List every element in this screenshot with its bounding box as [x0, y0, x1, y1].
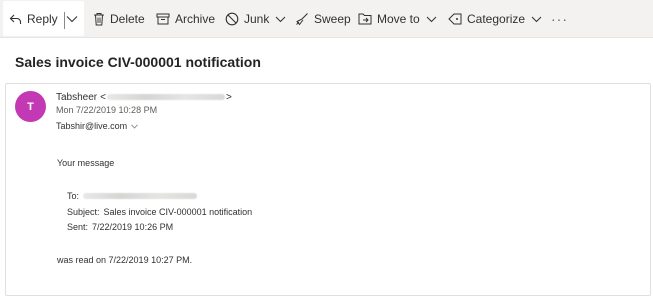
message-subject: Sales invoice CIV-000001 notification: [15, 54, 261, 70]
more-icon: ···: [551, 11, 568, 27]
delete-label: Delete: [110, 12, 145, 26]
recipient-email[interactable]: Tabshir@live.com: [56, 121, 127, 131]
sender-email-open: <: [100, 91, 106, 103]
chevron-down-icon: [426, 16, 437, 23]
chevron-down-icon: [66, 15, 78, 23]
body-sent-value: 7/22/2019 10:26 PM: [92, 222, 174, 232]
redacted-sender-email: [106, 94, 225, 100]
body-subject-row: Subject: Sales invoice CIV-000001 notifi…: [67, 207, 252, 217]
reply-options-button[interactable]: [66, 0, 78, 38]
sender-email-close: >: [225, 91, 232, 103]
redacted-recipient: [83, 193, 198, 199]
junk-icon: [225, 12, 239, 26]
reply-icon: [9, 13, 22, 26]
more-actions-button[interactable]: ···: [551, 0, 568, 38]
body-to-row: To:: [67, 191, 198, 201]
reply-label: Reply: [27, 12, 58, 26]
body-subject-label: Subject:: [67, 207, 100, 217]
sweep-label: Sweep: [314, 12, 351, 26]
body-sent-label: Sent:: [67, 222, 89, 232]
body-to-label: To:: [67, 191, 80, 201]
reply-button[interactable]: Reply: [9, 0, 58, 38]
move-to-label: Move to: [377, 12, 420, 26]
chevron-down-icon: [531, 16, 542, 23]
sweep-button[interactable]: Sweep: [295, 0, 351, 38]
sender-line: Tabsheer < >: [56, 90, 232, 104]
archive-button[interactable]: Archive: [156, 0, 215, 38]
move-to-button[interactable]: Move to: [358, 0, 437, 38]
delete-icon: [93, 12, 105, 26]
body-subject-value: Sales invoice CIV-000001 notification: [103, 207, 253, 217]
sweep-icon: [295, 12, 309, 26]
move-to-icon: [358, 13, 372, 25]
body-sent-row: Sent: 7/22/2019 10:26 PM: [67, 222, 173, 232]
archive-icon: [156, 13, 170, 25]
command-bar: Reply Delete Archive Junk Sweep Move to …: [0, 0, 653, 38]
junk-label: Junk: [244, 12, 270, 26]
body-read-receipt: was read on 7/22/2019 10:27 PM.: [57, 255, 193, 265]
recipient-line: Tabshir@live.com: [56, 121, 138, 131]
body-intro: Your message: [57, 158, 115, 168]
sender-name[interactable]: Tabsheer: [56, 92, 97, 103]
junk-button[interactable]: Junk: [225, 0, 286, 38]
categorize-label: Categorize: [467, 12, 526, 26]
split-divider: [64, 12, 65, 29]
archive-label: Archive: [175, 12, 216, 26]
chevron-down-icon: [275, 16, 286, 23]
avatar[interactable]: T: [15, 91, 46, 122]
categorize-button[interactable]: Categorize: [448, 0, 542, 38]
categorize-icon: [448, 13, 462, 25]
message-date: Mon 7/22/2019 10:28 PM: [56, 105, 158, 115]
delete-button[interactable]: Delete: [93, 0, 145, 38]
expand-recipients-icon[interactable]: [131, 123, 138, 129]
